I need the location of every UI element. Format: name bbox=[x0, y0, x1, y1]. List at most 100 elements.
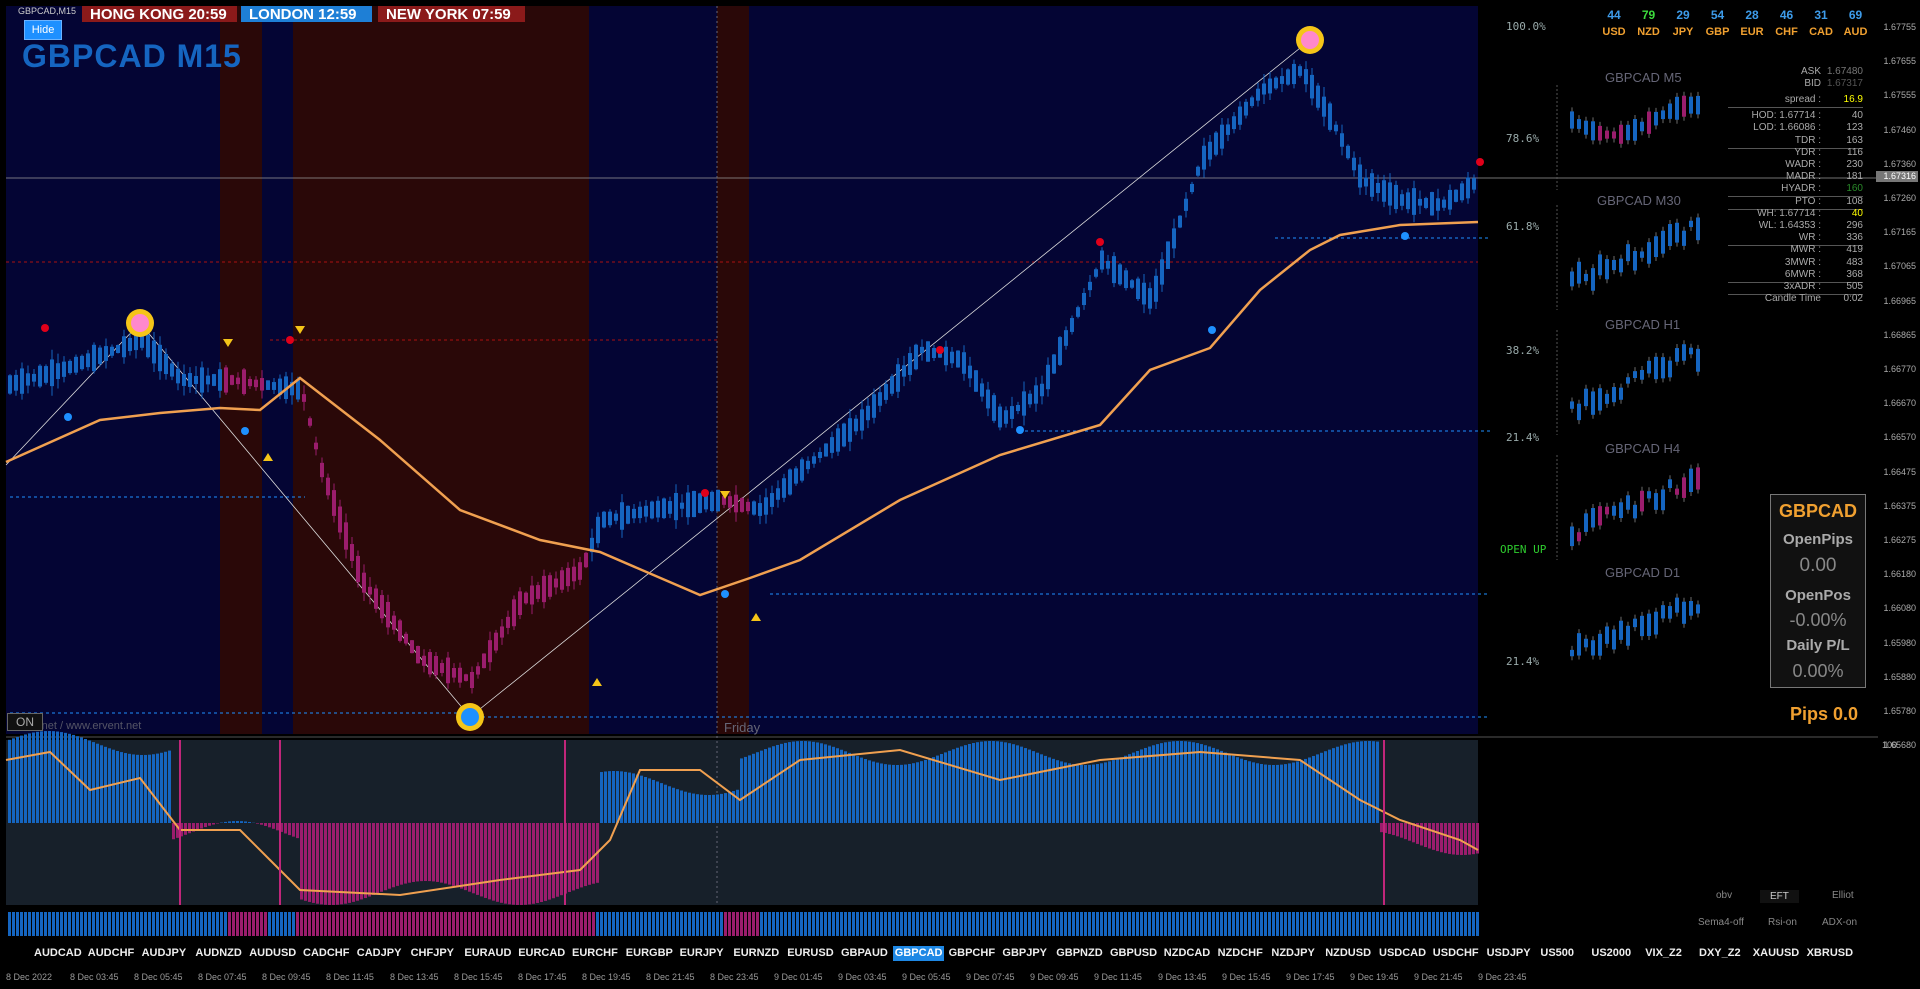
osc-bar bbox=[1128, 754, 1131, 823]
strip-bar bbox=[996, 912, 999, 936]
osc-bar bbox=[940, 753, 943, 823]
candle-body bbox=[1004, 410, 1008, 424]
strip-bar bbox=[180, 912, 183, 936]
symbol-button[interactable]: US2000 bbox=[1589, 946, 1633, 961]
candle-body bbox=[1448, 189, 1452, 210]
symbol-button[interactable]: GBPJPY bbox=[1000, 946, 1049, 961]
symbol-button[interactable]: GBPAUD bbox=[839, 946, 890, 961]
symbol-button[interactable]: AUDCHF bbox=[86, 946, 136, 961]
mini-candle bbox=[1577, 119, 1581, 129]
candle-body bbox=[1094, 269, 1098, 277]
symbol-button[interactable]: AUDNZD bbox=[193, 946, 243, 961]
strip-bar bbox=[568, 912, 571, 936]
strip-bar bbox=[304, 912, 307, 936]
symbol-button[interactable]: USDCHF bbox=[1431, 946, 1481, 961]
strip-bar bbox=[1324, 912, 1327, 936]
strip-bar bbox=[536, 912, 539, 936]
strip-bar bbox=[828, 912, 831, 936]
strip-bar bbox=[1388, 912, 1391, 936]
osc-bar bbox=[528, 823, 531, 905]
candle-body bbox=[392, 615, 396, 630]
symbol-button[interactable]: USDJPY bbox=[1485, 946, 1533, 961]
indicator-button[interactable]: EFT bbox=[1760, 890, 1799, 903]
strip-bar bbox=[812, 912, 815, 936]
strip-bar bbox=[140, 912, 143, 936]
strip-bar bbox=[1260, 912, 1263, 936]
symbol-button[interactable]: AUDUSD bbox=[247, 946, 298, 961]
symbol-button[interactable]: USDCAD bbox=[1377, 946, 1428, 961]
symbol-button[interactable]: EURJPY bbox=[678, 946, 726, 961]
osc-bar bbox=[1352, 742, 1355, 823]
symbol-button[interactable]: EURCHF bbox=[570, 946, 620, 961]
strip-bar bbox=[1232, 912, 1235, 936]
symbol-button[interactable]: NZDCAD bbox=[1162, 946, 1212, 961]
osc-bar bbox=[1228, 754, 1231, 823]
symbol-button[interactable]: EURUSD bbox=[785, 946, 835, 961]
hide-button[interactable]: Hide bbox=[24, 20, 62, 40]
osc-bar bbox=[212, 823, 215, 825]
symbol-button[interactable]: EURGBP bbox=[624, 946, 675, 961]
signal-dot-red bbox=[1476, 158, 1484, 166]
symbol-button[interactable]: GBPCHF bbox=[947, 946, 997, 961]
symbol-button[interactable]: AUDCAD bbox=[32, 946, 84, 961]
fib-level-label: 61.8% bbox=[1506, 220, 1540, 233]
symbol-button[interactable]: US500 bbox=[1538, 946, 1576, 961]
symbol-button[interactable]: EURNZD bbox=[731, 946, 781, 961]
strip-bar bbox=[940, 912, 943, 936]
on-toggle[interactable]: ON bbox=[7, 713, 43, 731]
symbol-button[interactable]: DXY_Z2 bbox=[1697, 946, 1743, 961]
indicator-button[interactable]: Elliot bbox=[1832, 890, 1854, 901]
price-chart[interactable] bbox=[0, 0, 1920, 989]
mini-candle bbox=[1577, 403, 1581, 421]
symbol-button[interactable]: NZDUSD bbox=[1323, 946, 1373, 961]
symbol-button[interactable]: GBPNZD bbox=[1054, 946, 1104, 961]
symbol-button[interactable]: NZDJPY bbox=[1269, 946, 1316, 961]
symbol-button[interactable]: CADJPY bbox=[355, 946, 404, 961]
mini-candle bbox=[1605, 259, 1609, 280]
symbol-button[interactable]: AUDJPY bbox=[140, 946, 189, 961]
candle-body bbox=[890, 376, 894, 394]
symbol-button[interactable]: GBPCAD bbox=[892, 946, 945, 961]
strip-bar bbox=[552, 912, 555, 936]
stat-label: WH: 1.67714 : bbox=[1757, 207, 1821, 219]
symbol-button[interactable]: CHFJPY bbox=[409, 946, 456, 961]
strip-bar bbox=[752, 912, 755, 936]
osc-bar bbox=[88, 740, 91, 823]
stat-label: MWR : bbox=[1790, 244, 1821, 256]
mini-candle bbox=[1647, 491, 1651, 499]
indicator-button[interactable]: Rsi-on bbox=[1768, 917, 1797, 928]
candle-body bbox=[860, 409, 864, 431]
osc-bar bbox=[104, 746, 107, 823]
mini-candle bbox=[1682, 477, 1686, 498]
strip-bar bbox=[100, 912, 103, 936]
osc-bar bbox=[1268, 764, 1271, 823]
osc-bar bbox=[676, 789, 679, 823]
indicator-button[interactable]: ADX-on bbox=[1822, 917, 1857, 928]
candle-body bbox=[1172, 228, 1176, 249]
strip-bar bbox=[808, 912, 811, 936]
indicator-button[interactable]: Sema4-off bbox=[1698, 917, 1744, 928]
candle-body bbox=[848, 418, 852, 442]
symbol-button[interactable]: VIX_Z2 bbox=[1643, 946, 1684, 961]
mini-candle bbox=[1577, 633, 1581, 656]
candle-body bbox=[1430, 192, 1434, 216]
osc-bar bbox=[388, 823, 391, 889]
strip-bar bbox=[624, 912, 627, 936]
osc-bar bbox=[884, 764, 887, 823]
strip-bar bbox=[1368, 912, 1371, 936]
symbol-button[interactable]: CADCHF bbox=[301, 946, 351, 961]
indicator-button[interactable]: obv bbox=[1716, 890, 1732, 901]
symbol-button[interactable]: EURAUD bbox=[462, 946, 513, 961]
symbol-button[interactable]: NZDCHF bbox=[1216, 946, 1265, 961]
price-tick-label: 1.67065 bbox=[1883, 261, 1916, 272]
symbol-button[interactable]: GBPUSD bbox=[1108, 946, 1159, 961]
symbol-button[interactable]: EURCAD bbox=[516, 946, 567, 961]
strip-bar bbox=[1128, 912, 1131, 936]
candle-body bbox=[560, 570, 564, 590]
strip-bar bbox=[96, 912, 99, 936]
strip-bar bbox=[1392, 912, 1395, 936]
symbol-button[interactable]: XAUUSD bbox=[1751, 946, 1801, 961]
osc-bar bbox=[636, 774, 639, 823]
candle-body bbox=[416, 646, 420, 664]
symbol-button[interactable]: XBRUSD bbox=[1805, 946, 1855, 961]
